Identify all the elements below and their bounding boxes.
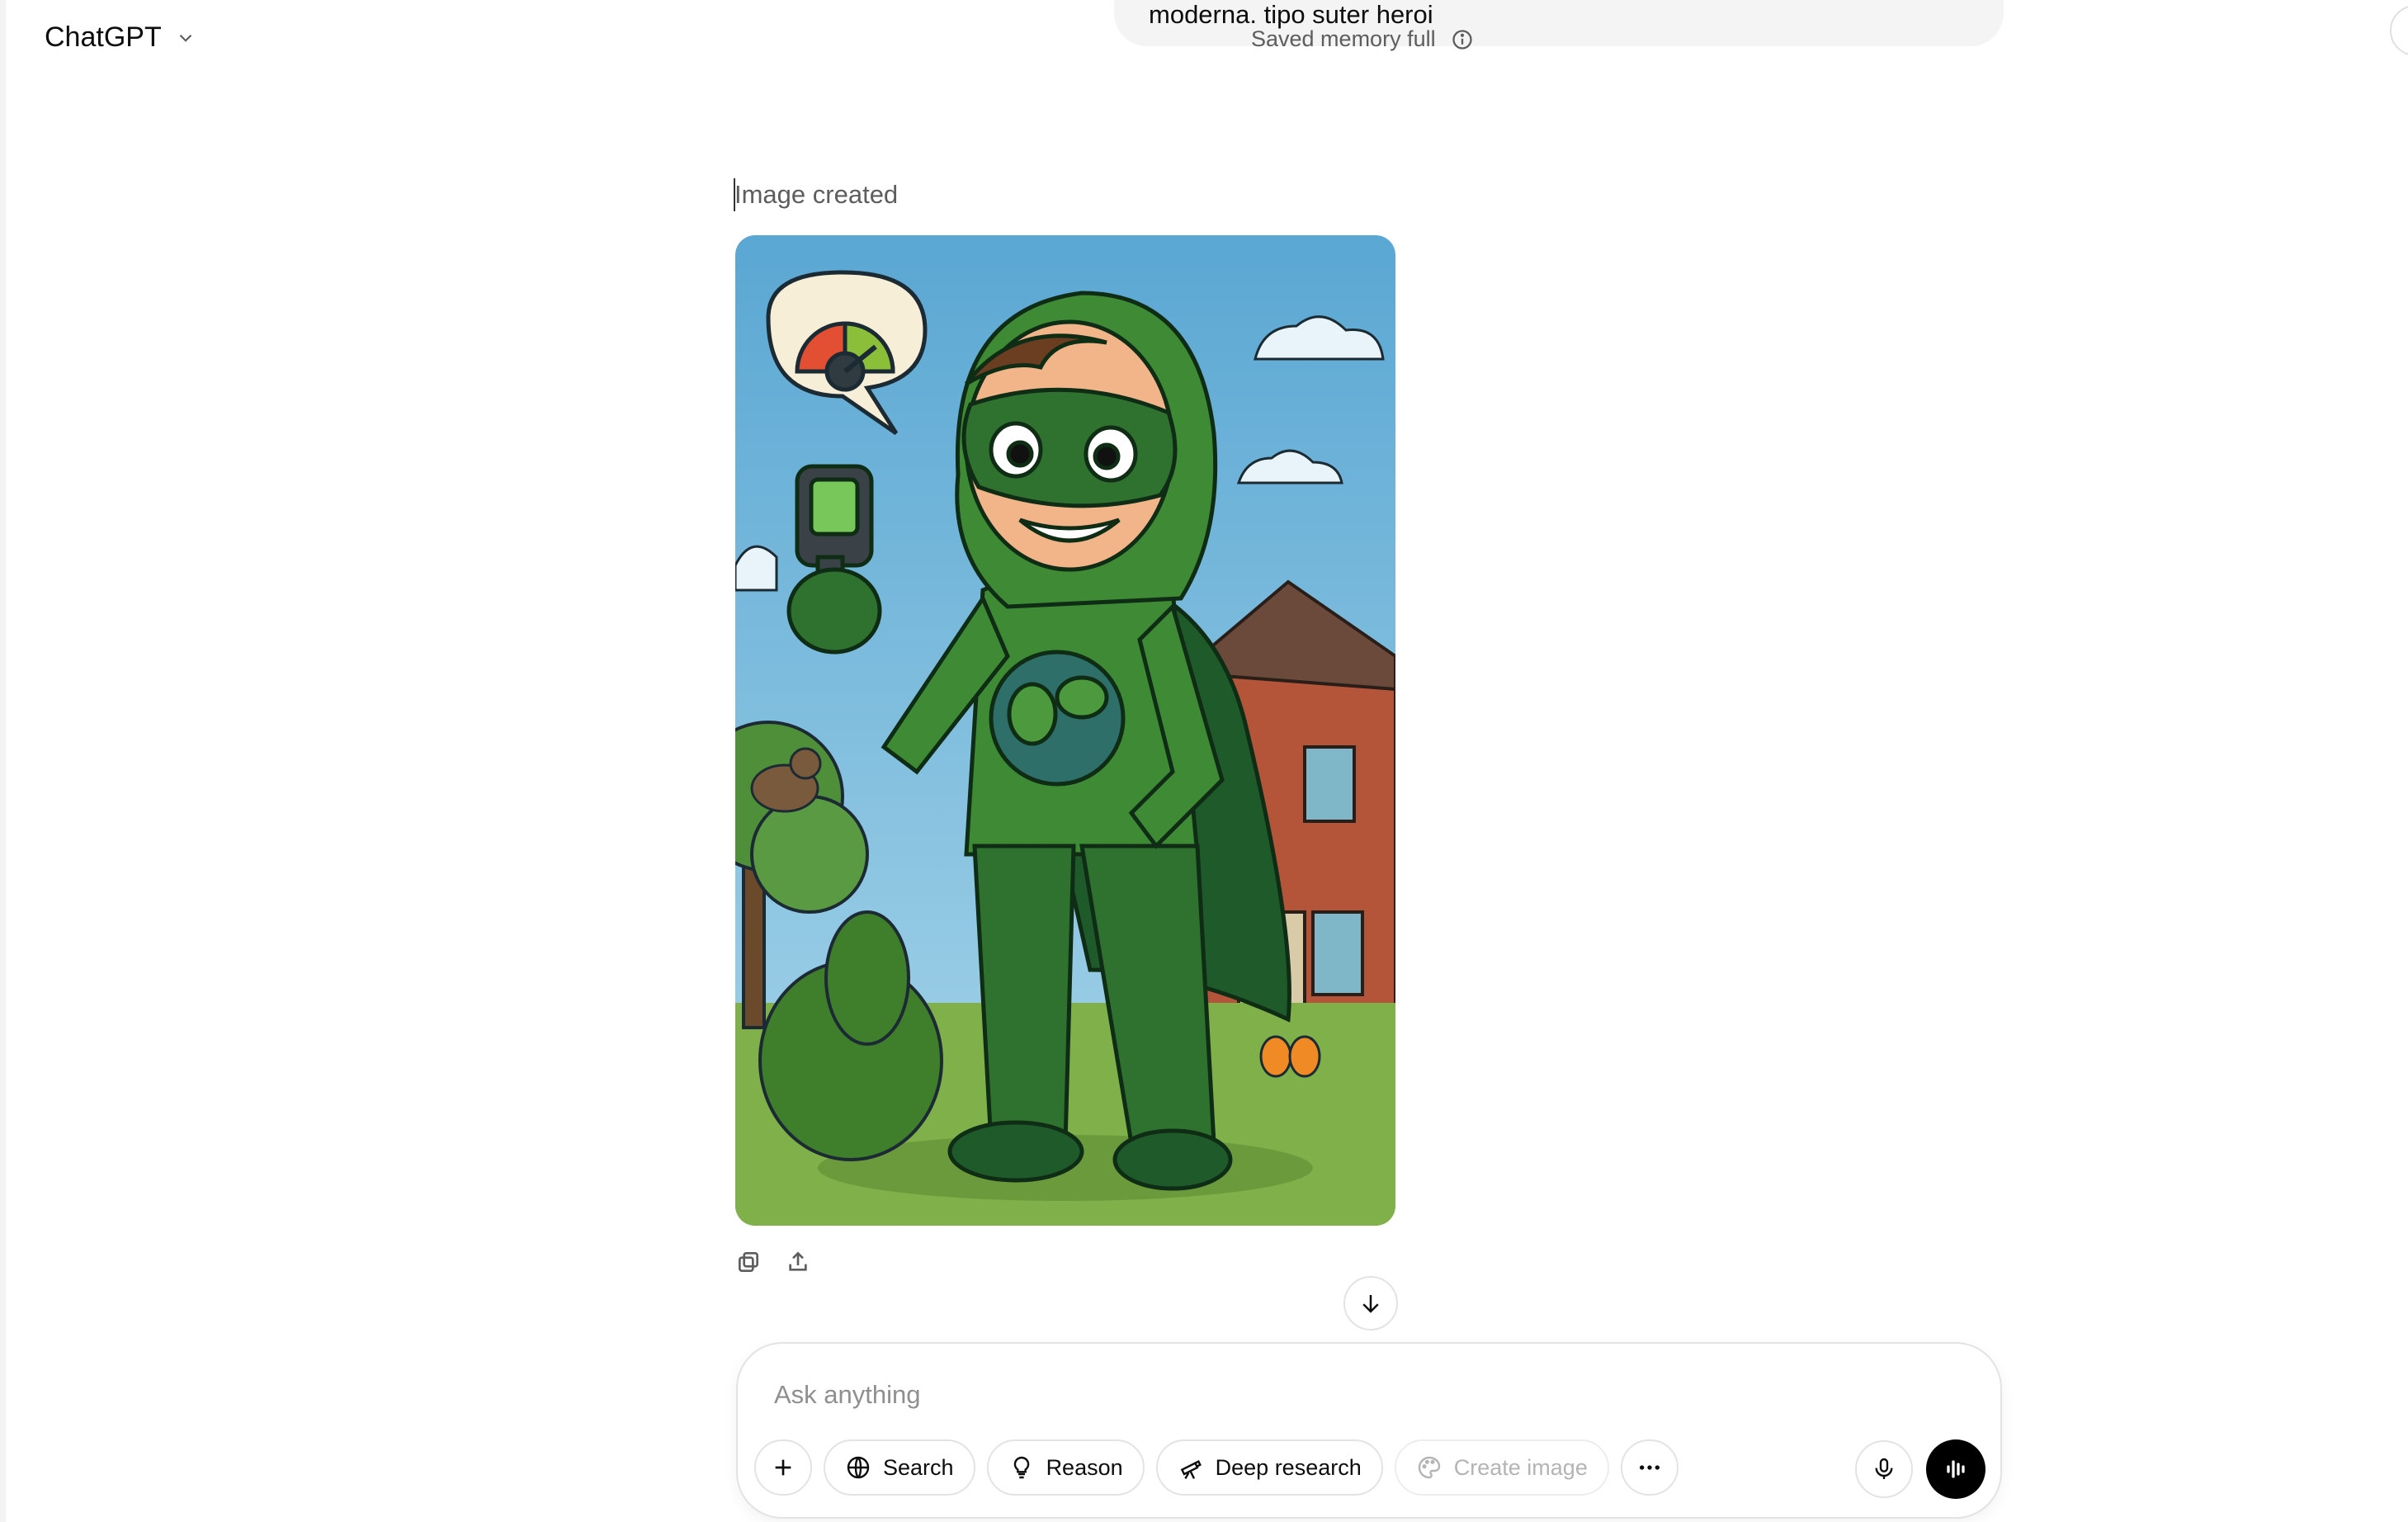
deep-research-label: Deep research bbox=[1215, 1454, 1362, 1480]
info-icon[interactable] bbox=[1451, 28, 1474, 51]
sidebar-edge bbox=[0, 0, 6, 1522]
more-tools-button[interactable] bbox=[1620, 1439, 1679, 1496]
voice-mode-button[interactable] bbox=[1926, 1439, 1985, 1499]
reason-label: Reason bbox=[1046, 1454, 1123, 1480]
copy-icon bbox=[739, 1252, 758, 1272]
more-horizontal-icon bbox=[1639, 1465, 1660, 1470]
globe-icon bbox=[847, 1456, 870, 1479]
model-name: ChatGPT bbox=[45, 21, 162, 53]
chevron-down-icon bbox=[179, 34, 191, 42]
profile-edge[interactable] bbox=[2390, 0, 2408, 66]
memory-notice-label: Saved memory full bbox=[1251, 26, 1436, 51]
palette-icon bbox=[1418, 1456, 1440, 1479]
message-composer: Search Reason Deep research Create image bbox=[736, 1342, 2002, 1519]
create-image-button[interactable]: Create image bbox=[1394, 1439, 1609, 1496]
lightbulb-icon bbox=[1013, 1456, 1029, 1479]
image-created-label: Image created bbox=[733, 178, 899, 211]
share-icon bbox=[789, 1251, 807, 1271]
voice-waveform-icon bbox=[1947, 1460, 1965, 1478]
composer-toolbar: Search Reason Deep research Create image bbox=[754, 1439, 1679, 1496]
create-image-label: Create image bbox=[1453, 1454, 1588, 1480]
generated-image[interactable] bbox=[735, 235, 1395, 1226]
telescope-icon bbox=[1180, 1460, 1202, 1479]
scroll-down-button[interactable] bbox=[1343, 1276, 1398, 1331]
search-label: Search bbox=[883, 1454, 954, 1480]
image-actions bbox=[734, 1248, 812, 1276]
dictate-button[interactable] bbox=[1855, 1440, 1913, 1498]
plus-icon bbox=[775, 1459, 791, 1476]
attach-button[interactable] bbox=[754, 1439, 812, 1496]
copy-button[interactable] bbox=[734, 1248, 763, 1276]
share-button[interactable] bbox=[784, 1248, 812, 1276]
memory-notice: Saved memory full bbox=[1251, 26, 1474, 52]
model-selector[interactable]: ChatGPT bbox=[45, 21, 196, 54]
search-button[interactable]: Search bbox=[824, 1439, 975, 1496]
reason-button[interactable]: Reason bbox=[986, 1439, 1145, 1496]
composer-right-tools bbox=[1855, 1439, 1985, 1499]
arrow-down-icon bbox=[1362, 1295, 1379, 1313]
user-message-text: moderna. tipo suter heroi bbox=[1149, 0, 1433, 29]
user-message-bubble: moderna. tipo suter heroi bbox=[1114, 0, 2004, 46]
deep-research-button[interactable]: Deep research bbox=[1155, 1439, 1383, 1496]
superhero-illustration bbox=[735, 235, 1395, 1226]
message-input[interactable] bbox=[772, 1375, 1848, 1415]
microphone-icon bbox=[1875, 1458, 1893, 1479]
